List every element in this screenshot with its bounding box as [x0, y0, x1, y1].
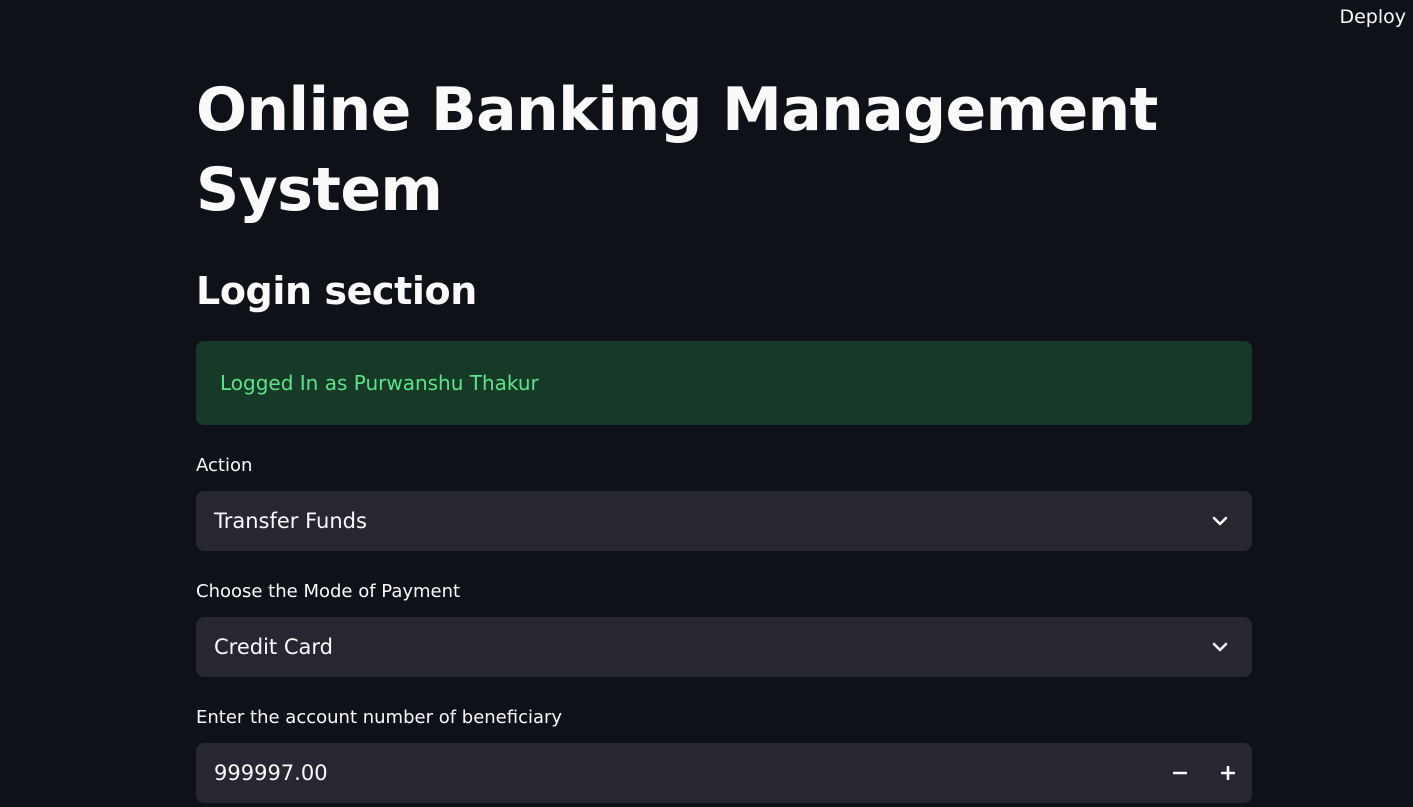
app-page: Deploy Online Banking Management System …	[0, 0, 1413, 807]
action-label: Action	[196, 455, 253, 476]
increment-button[interactable]	[1204, 743, 1252, 803]
action-selected-value: Transfer Funds	[214, 509, 367, 533]
success-message: Logged In as Purwanshu Thakur	[220, 371, 539, 395]
beneficiary-account-value[interactable]: 999997.00	[214, 761, 1156, 785]
payment-mode-select[interactable]: Credit Card	[196, 617, 1252, 677]
payment-mode-label: Choose the Mode of Payment	[196, 581, 461, 602]
chevron-down-icon	[1210, 637, 1230, 657]
plus-icon	[1221, 766, 1235, 780]
beneficiary-account-input[interactable]: 999997.00	[196, 743, 1252, 803]
deploy-button[interactable]: Deploy	[1339, 6, 1406, 28]
chevron-down-icon	[1210, 511, 1230, 531]
payment-mode-selected-value: Credit Card	[214, 635, 333, 659]
decrement-button[interactable]	[1156, 743, 1204, 803]
success-alert: Logged In as Purwanshu Thakur	[196, 341, 1252, 425]
action-select[interactable]: Transfer Funds	[196, 491, 1252, 551]
page-title: Online Banking Management System	[196, 75, 1158, 225]
login-section-heading: Login section	[196, 269, 477, 313]
beneficiary-account-label: Enter the account number of beneficiary	[196, 707, 563, 728]
minus-icon	[1173, 766, 1187, 780]
